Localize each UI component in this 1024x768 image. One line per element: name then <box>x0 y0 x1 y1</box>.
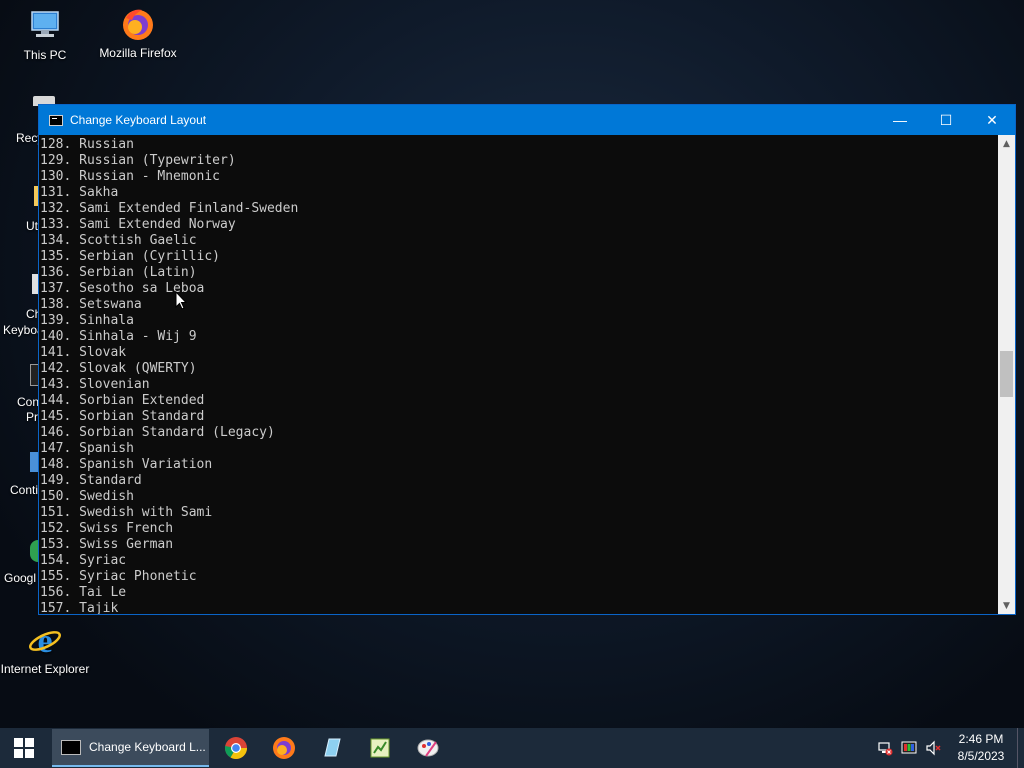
desktop-icon-label: Internet Explorer <box>0 662 90 676</box>
console-app-icon <box>61 739 81 755</box>
desktop-icon-firefox[interactable]: Mozilla Firefox <box>93 6 183 60</box>
console-line: 132. Sami Extended Finland-Sweden <box>40 201 299 216</box>
console-line: 130. Russian - Mnemonic <box>40 169 221 184</box>
minimize-button[interactable]: — <box>877 105 923 135</box>
taskbar-files[interactable] <box>308 728 356 768</box>
taskbar-firefox[interactable] <box>260 728 308 768</box>
windows-logo-icon <box>14 738 34 758</box>
console-line: 151. Swedish with Sami <box>40 505 213 520</box>
notepad-icon <box>370 738 390 758</box>
network-disconnected-icon[interactable] <box>873 728 897 768</box>
display-color-icon[interactable] <box>897 728 921 768</box>
console-line: 139. Sinhala <box>40 313 134 328</box>
mouse-cursor-icon <box>175 291 187 310</box>
taskbar-paint[interactable] <box>404 728 452 768</box>
scrollbar-thumb[interactable] <box>1000 351 1013 397</box>
svg-text:e: e <box>37 623 52 658</box>
maximize-button[interactable]: ☐ <box>923 105 969 135</box>
vertical-scrollbar[interactable]: ▲ ▼ <box>998 135 1015 614</box>
chrome-icon <box>225 737 247 759</box>
desktop-icon-internet-explorer[interactable]: e Internet Explorer <box>0 622 90 676</box>
desktop-icon-label-partial: Ut <box>26 219 38 233</box>
console-line: 149. Standard <box>40 473 142 488</box>
console-line: 140. Sinhala - Wij 9 <box>40 329 197 344</box>
console-app-icon <box>49 114 63 126</box>
start-button[interactable] <box>0 728 48 768</box>
taskbar: Change Keyboard L... 2:46 PM 8/5/2023 <box>0 728 1024 768</box>
console-line: 148. Spanish Variation <box>40 457 213 472</box>
scroll-up-icon[interactable]: ▲ <box>998 135 1015 152</box>
computer-icon <box>27 8 63 44</box>
console-window[interactable]: Change Keyboard Layout — ☐ ✕ 128. Russia… <box>38 104 1016 615</box>
console-line: 154. Syriac <box>40 553 127 568</box>
desktop-icon-label: This PC <box>23 48 67 62</box>
desktop-icon-label-partial: Pr <box>26 410 38 424</box>
console-line: 155. Syriac Phonetic <box>40 569 197 584</box>
system-tray: 2:46 PM 8/5/2023 <box>873 728 1024 768</box>
console-output[interactable]: 128. Russian 129. Russian (Typewriter) 130… <box>39 135 998 614</box>
console-line: 144. Sorbian Extended <box>40 393 205 408</box>
console-line: 152. Swiss French <box>40 521 174 536</box>
console-line: 135. Serbian (Cyrillic) <box>40 249 221 264</box>
console-line: 142. Slovak (QWERTY) <box>40 361 197 376</box>
window-titlebar[interactable]: Change Keyboard Layout — ☐ ✕ <box>39 105 1015 135</box>
console-line: 133. Sami Extended Norway <box>40 217 236 232</box>
console-line: 136. Serbian (Latin) <box>40 265 197 280</box>
clock-time: 2:46 PM <box>958 732 1004 746</box>
taskbar-item-change-keyboard-layout[interactable]: Change Keyboard L... <box>52 729 209 767</box>
desktop-icon-label-partial: Conti <box>10 483 39 497</box>
show-desktop-button[interactable] <box>1017 728 1024 768</box>
chrome-desktop-icon[interactable] <box>30 540 38 562</box>
speaker-muted-icon[interactable] <box>921 728 945 768</box>
console-line: 145. Sorbian Standard <box>40 409 205 424</box>
desktop-icon-label-partial: Googl <box>4 571 37 585</box>
taskbar-chrome[interactable] <box>212 728 260 768</box>
console-line: 156. Tai Le <box>40 585 127 600</box>
window-title: Change Keyboard Layout <box>70 113 207 127</box>
control-panel-icon[interactable] <box>30 452 38 472</box>
desktop-icon-label: Mozilla Firefox <box>99 46 177 60</box>
desktop-icon-this-pc[interactable]: This PC <box>0 8 90 62</box>
firefox-icon <box>273 737 295 759</box>
console-line: 157. Tajik <box>40 601 119 614</box>
console-line: 153. Swiss German <box>40 537 174 552</box>
internet-explorer-icon: e <box>27 622 63 660</box>
taskbar-item-label: Change Keyboard L... <box>89 740 206 754</box>
console-line: 146. Sorbian Standard (Legacy) <box>40 425 275 440</box>
taskbar-notepad[interactable] <box>356 728 404 768</box>
console-line: 150. Swedish <box>40 489 134 504</box>
clock-date: 8/5/2023 <box>957 749 1005 763</box>
console-line: 141. Slovak <box>40 345 127 360</box>
paint-icon <box>417 739 439 757</box>
scroll-down-icon[interactable]: ▼ <box>998 597 1015 614</box>
files-icon <box>324 738 341 757</box>
console-line: 128. Russian <box>40 137 134 152</box>
console-line: 131. Sakha <box>40 185 119 200</box>
console-line: 143. Slovenian <box>40 377 150 392</box>
console-line: 129. Russian (Typewriter) <box>40 153 236 168</box>
desktop-icon-label-partial: Con <box>17 395 40 409</box>
console-line: 134. Scottish Gaelic <box>40 233 197 248</box>
close-button[interactable]: ✕ <box>969 105 1015 135</box>
clock[interactable]: 2:46 PM 8/5/2023 <box>945 731 1017 765</box>
firefox-icon <box>120 6 156 42</box>
console-line: 147. Spanish <box>40 441 134 456</box>
